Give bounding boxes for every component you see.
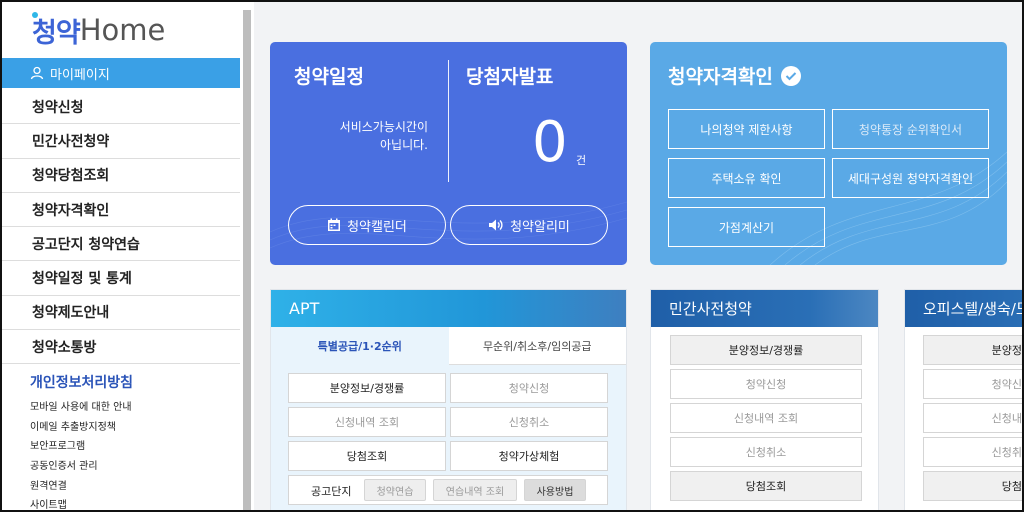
officetel-title: 오피스텔/생숙/도 [923,300,1024,318]
sidebar: 청약 Home 마이페이지 청약신청 민간사전청약 청약당첨조회 청약자격확인 … [2,2,242,510]
private-win-check-button[interactable]: 당첨조회 [670,471,862,501]
private-pre-title: 민간사전청약 [669,300,752,318]
speaker-icon [489,219,503,231]
apt-tabs: 특별공급/1·2순위 무순위/취소후/임의공급 [271,327,626,365]
sidebar-item-communication[interactable]: 청약소통방 [2,330,240,365]
link-remote[interactable]: 원격연결 [30,477,132,497]
officetel-header: 오피스텔/생숙/도 [905,290,1024,327]
sale-info-button[interactable]: 분양정보/경쟁률 [288,373,446,403]
house-ownership-button[interactable]: 주택소유 확인 [668,158,825,198]
officetel-win-check-button[interactable]: 당첨 [923,471,1022,501]
link-mobile-guide[interactable]: 모바일 사용에 대한 안내 [30,398,132,418]
practice-history-button[interactable]: 연습내역 조회 [433,479,517,501]
notice-line: 아닙니다. [380,138,428,152]
mypage-link[interactable]: 마이페이지 [2,58,240,88]
sidebar-item-private-pre[interactable]: 민간사전청약 [2,124,240,159]
calendar-button[interactable]: 청약캘린더 [288,205,446,245]
logo[interactable]: 청약 Home [32,12,166,49]
link-certificate[interactable]: 공동인증서 관리 [30,457,132,477]
sidebar-item-label: 청약소통방 [32,339,97,356]
apt-panel: APT 특별공급/1·2순위 무순위/취소후/임의공급 분양정보/경쟁률 청약신… [270,289,627,510]
sidebar-item-system-guide[interactable]: 청약제도안내 [2,296,240,331]
sidebar-item-apply[interactable]: 청약신청 [2,90,240,125]
schedule-card: 청약일정 당첨자발표 서비스가능시간이 아닙니다. 0 건 청약캘린더 청약알리… [270,42,627,265]
private-apply-button[interactable]: 청약신청 [670,369,862,399]
private-pre-header: 민간사전청약 [651,290,878,327]
win-check-button[interactable]: 당첨조회 [288,441,446,471]
winner-count: 0 [532,110,568,175]
tab-special-supply[interactable]: 특별공급/1·2순위 [271,327,449,365]
notice-line: 서비스가능시간이 [339,120,428,134]
sidebar-item-qualification[interactable]: 청약자격확인 [2,193,240,228]
apply-button[interactable]: 청약신청 [450,373,608,403]
sidebar-item-practice[interactable]: 공고단지 청약연습 [2,227,240,262]
qualification-title-text: 청약자격확인 [668,66,773,88]
sidebar-item-label: 청약제도안내 [32,305,110,322]
score-calculator-button[interactable]: 가점계산기 [668,207,825,247]
virtual-experience-button[interactable]: 청약가상체험 [450,441,608,471]
officetel-panel: 오피스텔/생숙/도 분양정 청약신 신청내 신청취 당첨 [904,289,1024,510]
logo-korean: 청약 [32,17,81,49]
schedule-title[interactable]: 청약일정 [294,62,364,89]
apt-panel-body: 분양정보/경쟁률 청약신청 신청내역 조회 신청취소 당첨조회 청약가상체험 공… [271,365,626,510]
sidebar-item-win-check[interactable]: 청약당첨조회 [2,159,240,193]
alarm-button[interactable]: 청약알리미 [450,205,608,245]
sidebar-scrollbar[interactable] [243,10,251,510]
household-member-button[interactable]: 세대구성원 청약자격확인 [832,158,989,198]
sidebar-nav: 청약신청 민간사전청약 청약당첨조회 청약자격확인 공고단지 청약연습 청약일정… [2,90,240,365]
notice-complex-label: 공고단지 [311,485,352,498]
apply-history-button[interactable]: 신청내역 조회 [288,407,446,437]
link-sitemap[interactable]: 사이트맵 [30,496,132,510]
winner-count-unit: 건 [576,154,587,167]
card-divider [448,60,449,182]
private-sale-info-button[interactable]: 분양정보/경쟁률 [670,335,862,365]
footer-links: 모바일 사용에 대한 안내 이메일 추출방지정책 보안프로그램 공동인증서 관리… [30,398,132,510]
sidebar-item-label: 민간사전청약 [32,133,110,150]
alarm-button-label: 청약알리미 [510,219,570,235]
sidebar-item-label: 청약당첨조회 [32,168,110,185]
app-window: 청약 Home 마이페이지 청약신청 민간사전청약 청약당첨조회 청약자격확인 … [0,0,1024,512]
sidebar-item-label: 청약자격확인 [32,202,110,219]
private-history-button[interactable]: 신청내역 조회 [670,403,862,433]
mypage-label: 마이페이지 [50,67,110,83]
sidebar-item-label: 청약일정 및 통계 [32,271,132,288]
officetel-apply-button[interactable]: 청약신 [923,369,1022,399]
link-email-policy[interactable]: 이메일 추출방지정책 [30,418,132,438]
qualification-card: 청약자격확인 나의청약 제한사항 청약통장 순위확인서 주택소유 확인 세대구성… [650,42,1007,265]
logo-dot-icon [32,12,38,18]
sidebar-item-label: 공고단지 청약연습 [32,236,140,253]
account-rank-button[interactable]: 청약통장 순위확인서 [832,109,989,149]
check-circle-icon [780,65,801,86]
how-to-use-button[interactable]: 사용방법 [524,479,586,501]
tab-no-rank[interactable]: 무순위/취소후/임의공급 [448,327,626,365]
officetel-cancel-button[interactable]: 신청취 [923,437,1022,467]
user-icon [30,66,44,80]
privacy-policy-link[interactable]: 개인정보처리방침 [30,372,133,392]
cancel-apply-button[interactable]: 신청취소 [450,407,608,437]
sidebar-item-label: 청약신청 [32,99,84,116]
link-security-program[interactable]: 보안프로그램 [30,437,132,457]
calendar-icon [328,218,341,231]
winners-title[interactable]: 당첨자발표 [466,62,553,89]
officetel-sale-info-button[interactable]: 분양정 [923,335,1022,365]
officetel-history-button[interactable]: 신청내 [923,403,1022,433]
apt-panel-title: APT [289,299,320,318]
private-pre-panel: 민간사전청약 분양정보/경쟁률 청약신청 신청내역 조회 신청취소 당첨조회 [650,289,879,510]
service-notice: 서비스가능시간이 아닙니다. [290,118,428,154]
calendar-button-label: 청약캘린더 [347,219,407,235]
practice-button[interactable]: 청약연습 [364,479,426,501]
qualification-title[interactable]: 청약자격확인 [668,62,801,89]
private-cancel-button[interactable]: 신청취소 [670,437,862,467]
logo-english: Home [79,13,166,47]
restriction-button[interactable]: 나의청약 제한사항 [668,109,825,149]
sidebar-item-schedule-stats[interactable]: 청약일정 및 통계 [2,261,240,296]
apt-panel-header: APT [271,290,626,327]
